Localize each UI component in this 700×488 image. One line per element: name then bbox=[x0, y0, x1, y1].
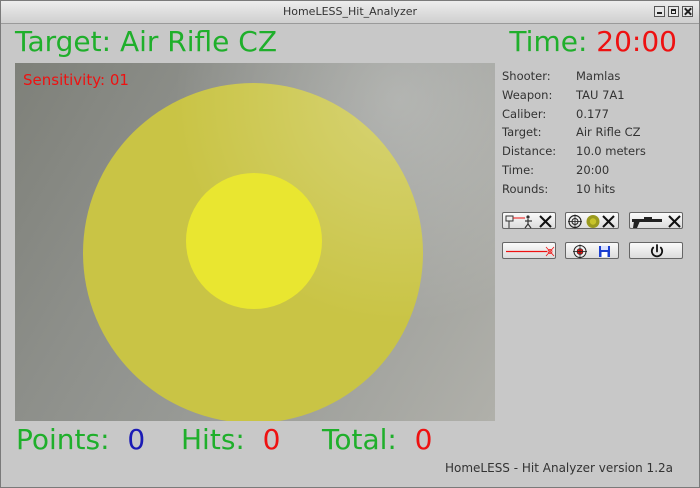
target-bullseye bbox=[186, 173, 322, 309]
total-label: Total: bbox=[322, 423, 397, 456]
time-heading: Time: 20:00 bbox=[509, 25, 677, 58]
points-score: Points: 0 bbox=[16, 423, 145, 456]
shooter-settings-icon bbox=[505, 215, 552, 229]
info-value: TAU 7A1 bbox=[576, 87, 625, 102]
weapon-settings-button[interactable] bbox=[629, 212, 683, 229]
time-value: 20:00 bbox=[596, 25, 677, 58]
points-value: 0 bbox=[127, 423, 146, 456]
power-icon bbox=[650, 244, 664, 258]
info-label: Shooter: bbox=[502, 69, 551, 83]
info-value: Mamlas bbox=[576, 69, 621, 83]
info-label: Distance: bbox=[502, 144, 557, 159]
target-settings-icon bbox=[568, 214, 615, 229]
info-label: Rounds: bbox=[502, 181, 549, 196]
title-bar[interactable]: HomeLESS_Hit_Analyzer bbox=[1, 1, 699, 24]
camera-view[interactable]: Sensitivity: 01 bbox=[15, 63, 495, 421]
info-value: Air Rifle CZ bbox=[576, 125, 641, 140]
hits-value: 0 bbox=[262, 423, 281, 456]
window-controls bbox=[654, 6, 693, 17]
hits-label: Hits: bbox=[181, 423, 245, 456]
total-value: 0 bbox=[414, 423, 433, 456]
maximize-icon[interactable] bbox=[668, 6, 679, 17]
info-label: Time: bbox=[502, 162, 535, 177]
sensitivity-label: Sensitivity: 01 bbox=[23, 71, 129, 89]
info-label: Weapon: bbox=[502, 87, 553, 102]
total-score: Total: 0 bbox=[322, 423, 432, 456]
target-save-icon bbox=[573, 244, 610, 259]
weapon-settings-icon bbox=[632, 215, 681, 228]
target-heading: Target: Air Rifle CZ bbox=[15, 25, 278, 58]
info-value: 0.177 bbox=[576, 106, 609, 121]
laser-line-icon bbox=[506, 246, 555, 257]
close-icon[interactable] bbox=[682, 6, 693, 17]
save-results-button[interactable] bbox=[565, 242, 619, 259]
shooter-settings-button[interactable] bbox=[502, 212, 556, 229]
app-window: HomeLESS_Hit_Analyzer Target: Air Rifle … bbox=[0, 0, 700, 488]
info-value: 10.0 meters bbox=[576, 144, 646, 159]
target-settings-button[interactable] bbox=[565, 212, 619, 229]
minimize-icon[interactable] bbox=[654, 6, 665, 17]
version-footer: HomeLESS - Hit Analyzer version 1.2a bbox=[444, 461, 673, 475]
points-label: Points: bbox=[16, 423, 110, 456]
info-label: Target: bbox=[502, 125, 542, 140]
laser-calibrate-button[interactable] bbox=[502, 242, 556, 259]
info-label: Caliber: bbox=[502, 106, 547, 121]
hits-score: Hits: 0 bbox=[181, 423, 280, 456]
info-value: 10 hits bbox=[576, 181, 616, 196]
power-button[interactable] bbox=[629, 242, 683, 259]
time-label: Time: bbox=[509, 25, 588, 58]
info-value: 20:00 bbox=[576, 162, 610, 177]
window-title: HomeLESS_Hit_Analyzer bbox=[282, 5, 418, 18]
